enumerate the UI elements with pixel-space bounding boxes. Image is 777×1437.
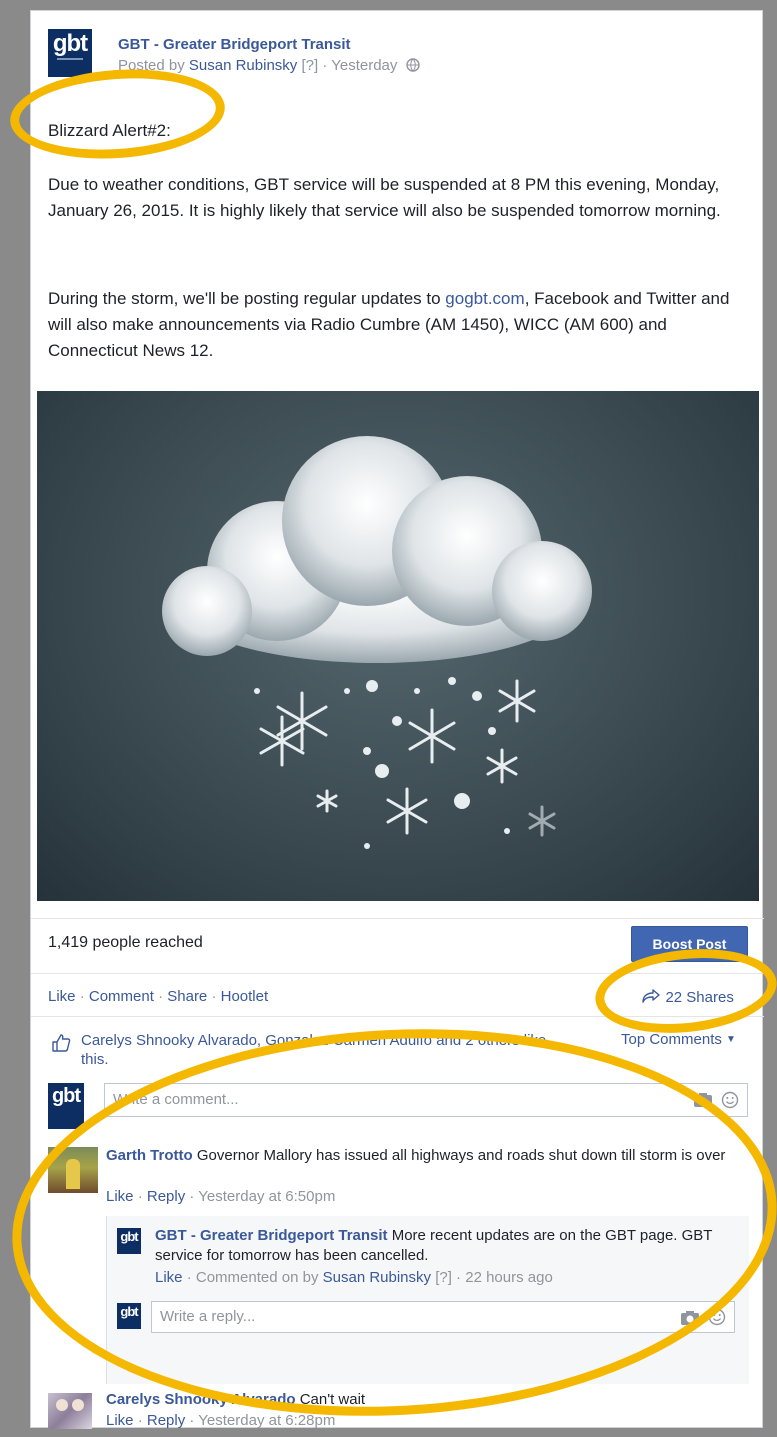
action-separator: ·: [185, 1412, 199, 1429]
emoji-icon[interactable]: [721, 1091, 739, 1109]
comment-garth-actions: Like · Reply · Yesterday at 6:50pm: [106, 1188, 335, 1205]
shares-link[interactable]: 22 Shares: [641, 988, 734, 1007]
camera-icon[interactable]: [680, 1310, 700, 1326]
comment-author-link[interactable]: Garth Trotto: [106, 1147, 193, 1164]
action-separator: ·: [133, 1412, 147, 1429]
garth-trotto-avatar[interactable]: [48, 1147, 98, 1193]
comment-time[interactable]: Yesterday at 6:50pm: [198, 1188, 335, 1205]
comment-reply-link[interactable]: Reply: [147, 1188, 185, 1205]
reply-composer-avatar: gbt: [117, 1303, 141, 1329]
posted-by-prefix: Posted by: [118, 57, 185, 74]
logo-text: gbt: [120, 1229, 138, 1244]
emoji-icon[interactable]: [708, 1308, 726, 1326]
reply-commenter-link[interactable]: Susan Rubinsky: [323, 1269, 431, 1286]
post-image[interactable]: [37, 391, 759, 901]
avatar-figure: [66, 1159, 80, 1189]
paragraph2-text-start: During the storm, we'll be posting regul…: [48, 289, 446, 308]
action-separator: ·: [182, 1269, 196, 1286]
logo-text: gbt: [51, 1085, 81, 1107]
share-link[interactable]: Share: [167, 988, 207, 1005]
comment-text: Governor Mallory has issued all highways…: [196, 1147, 726, 1164]
posted-by-name[interactable]: Susan Rubinsky: [189, 57, 297, 74]
logo-text: gbt: [120, 1304, 138, 1319]
reply-gbt: GBT - Greater Bridgeport Transit More re…: [155, 1226, 740, 1266]
commenter-avatar: gbt: [48, 1083, 84, 1129]
action-separator: ·: [153, 988, 168, 1005]
comment-like-link[interactable]: Like: [106, 1188, 134, 1205]
post-time[interactable]: Yesterday: [331, 57, 397, 74]
divider: [31, 973, 764, 974]
share-arrow-icon: [642, 989, 660, 1003]
thumbs-up-icon: [52, 1034, 71, 1052]
action-separator: ·: [133, 1188, 147, 1205]
reply-like-link[interactable]: Like: [155, 1269, 183, 1286]
post-meta: Posted by Susan Rubinsky [?] · Yesterday: [118, 57, 420, 74]
likes-summary[interactable]: Carelys Shnooky Alvarado, Gonzalez Carme…: [81, 1031, 561, 1069]
reply-actions: Like · Commented on by Susan Rubinsky [?…: [155, 1269, 553, 1286]
reply-placeholder: Write a reply...: [160, 1308, 256, 1325]
avatar-figure: [72, 1399, 84, 1411]
post-card: gbt GBT - Greater Bridgeport Transit Pos…: [30, 10, 764, 1429]
caret-down-icon: ▼: [726, 1034, 736, 1045]
boost-post-button[interactable]: Boost Post: [631, 926, 748, 962]
comment-input[interactable]: Write a comment...: [104, 1083, 748, 1117]
top-comments-dropdown[interactable]: Top Comments ▼: [621, 1031, 736, 1048]
comment-garth: Garth Trotto Governor Mallory has issued…: [106, 1146, 746, 1166]
comment-author-link[interactable]: Carelys Shnooky Alvarado: [106, 1391, 296, 1408]
posted-by-tag[interactable]: [?]: [301, 57, 318, 74]
commented-on-by: Commented on by: [195, 1269, 319, 1286]
cloud-icon: [162, 436, 592, 663]
comment-reply-link[interactable]: Reply: [147, 1412, 185, 1429]
camera-icon[interactable]: [693, 1092, 713, 1108]
comment-carelys: Carelys Shnooky Alvarado Can't wait: [106, 1391, 365, 1408]
snow-cloud-illustration: [162, 436, 592, 849]
like-link[interactable]: Like: [48, 988, 76, 1005]
shares-count: 22 Shares: [665, 989, 734, 1006]
action-separator: ·: [185, 1188, 199, 1205]
comment-carelys-actions: Like · Reply · Yesterday at 6:28pm: [106, 1412, 335, 1429]
comment-like-link[interactable]: Like: [106, 1412, 134, 1429]
comment-time[interactable]: Yesterday at 6:28pm: [198, 1412, 335, 1429]
avatar-figure: [56, 1399, 68, 1411]
reach-count[interactable]: 1,419 people reached: [48, 934, 203, 952]
divider: [31, 918, 764, 919]
reply-author-link[interactable]: GBT - Greater Bridgeport Transit: [155, 1227, 388, 1244]
page-name-link[interactable]: GBT - Greater Bridgeport Transit: [118, 36, 351, 53]
post-paragraph-2: During the storm, we'll be posting regul…: [48, 286, 748, 364]
page-logo[interactable]: gbt: [48, 29, 92, 77]
reply-author-avatar[interactable]: gbt: [117, 1228, 141, 1254]
post-heading: Blizzard Alert#2:: [48, 121, 171, 140]
logo-underline: [56, 58, 84, 60]
divider: [31, 1016, 764, 1017]
reply-input[interactable]: Write a reply...: [151, 1301, 735, 1333]
reply-tag[interactable]: [?]: [435, 1269, 452, 1286]
snowflakes: [254, 677, 556, 849]
action-separator: ·: [207, 988, 221, 1005]
hootlet-link[interactable]: Hootlet: [221, 988, 269, 1005]
gogbt-link[interactable]: gogbt.com: [445, 289, 524, 308]
meta-separator: ·: [322, 57, 328, 74]
action-separator: ·: [451, 1269, 466, 1286]
post-actions: Like · Comment · Share · Hootlet: [48, 988, 268, 1006]
carelys-avatar[interactable]: [48, 1393, 92, 1429]
comment-text: Can't wait: [299, 1391, 366, 1408]
action-separator: ·: [75, 988, 89, 1005]
logo-text: gbt: [52, 30, 88, 57]
globe-icon[interactable]: [405, 58, 420, 72]
reply-time[interactable]: 22 hours ago: [465, 1269, 553, 1286]
comment-link[interactable]: Comment: [89, 988, 154, 1005]
top-comments-label: Top Comments: [621, 1031, 722, 1048]
comment-placeholder: Write a comment...: [113, 1091, 239, 1108]
post-paragraph-1: Due to weather conditions, GBT service w…: [48, 175, 721, 220]
